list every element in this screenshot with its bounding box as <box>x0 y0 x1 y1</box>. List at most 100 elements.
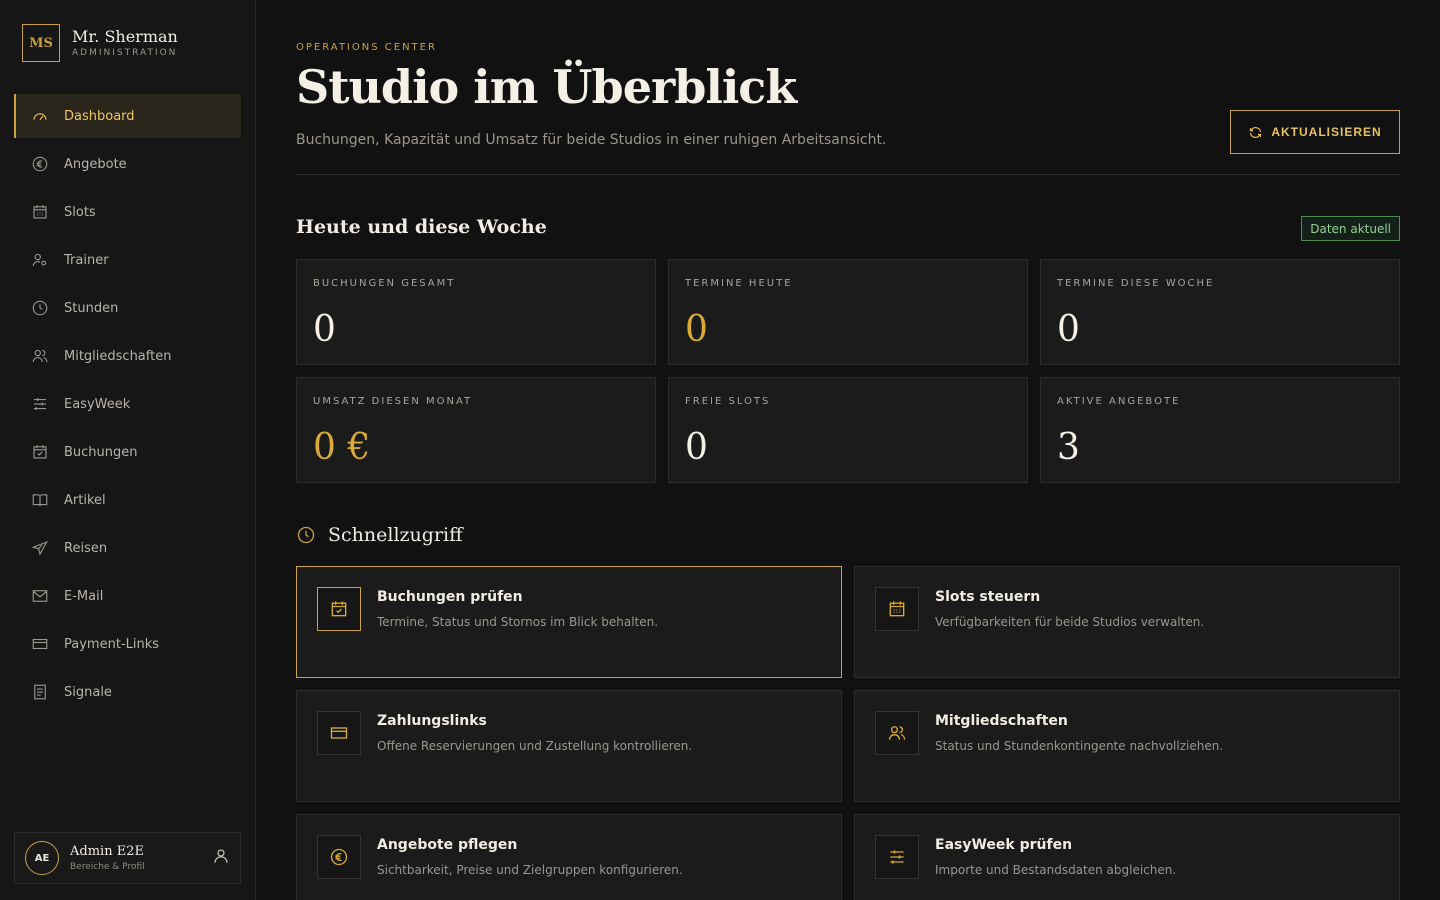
section-title-label: Schnellzugriff <box>328 524 463 546</box>
page-eyebrow: OPERATIONS CENTER <box>296 42 437 53</box>
sidebar-item-label: Mitgliedschaften <box>64 348 172 364</box>
calendar-check-icon <box>30 442 50 462</box>
users-icon <box>30 346 50 366</box>
card-title: Mitgliedschaften <box>935 713 1068 729</box>
sliders-icon <box>30 394 50 414</box>
euro-icon <box>317 835 361 879</box>
quick-card-angebote[interactable]: Angebote pflegen Sichtbarkeit, Preise un… <box>296 814 842 900</box>
sidebar-item-stunden[interactable]: Stunden <box>14 286 241 330</box>
avatar: AE <box>25 841 59 875</box>
stat-card-termine-heute: TERMINE HEUTE 0 <box>668 259 1028 365</box>
user-subtitle: Bereiche & Profil <box>70 862 145 872</box>
quick-card-zahlungslinks[interactable]: Zahlungslinks Offene Reservierungen und … <box>296 690 842 802</box>
clock-icon <box>297 526 315 544</box>
quick-card-slots[interactable]: Slots steuern Verfügbarkeiten für beide … <box>854 566 1400 678</box>
stat-card-buchungen-gesamt: BUCHUNGEN GESAMT 0 <box>296 259 656 365</box>
gauge-icon <box>30 106 50 126</box>
sidebar-item-label: Trainer <box>64 252 109 268</box>
card-description: Sichtbarkeit, Preise und Zielgruppen kon… <box>377 863 683 877</box>
page-title: Studio im Überblick <box>296 60 797 114</box>
card-description: Status und Stundenkontingente nachvollzi… <box>935 739 1224 753</box>
quick-card-mitgliedschaften[interactable]: Mitgliedschaften Status und Stundenkonti… <box>854 690 1400 802</box>
stat-value: 0 <box>313 309 336 350</box>
mail-icon <box>30 586 50 606</box>
status-badge: Daten aktuell <box>1301 216 1400 241</box>
stat-label: FREIE SLOTS <box>685 396 771 407</box>
page-subtitle: Buchungen, Kapazität und Umsatz für beid… <box>296 132 887 148</box>
sidebar-item-label: Angebote <box>64 156 127 172</box>
card-title: EasyWeek prüfen <box>935 837 1073 853</box>
sidebar-item-payment-links[interactable]: Payment-Links <box>14 622 241 666</box>
sidebar-nav: Dashboard Angebote Slots Trainer Stunden… <box>14 94 241 718</box>
sidebar-item-label: Reisen <box>64 540 108 556</box>
card-description: Verfügbarkeiten für beide Studios verwal… <box>935 615 1205 629</box>
stat-value: 0 <box>685 427 708 468</box>
users-icon <box>875 711 919 755</box>
stat-label: UMSATZ DIESEN MONAT <box>313 396 473 407</box>
stat-value: 0 € <box>313 427 371 468</box>
stat-card-umsatz-monat: UMSATZ DIESEN MONAT 0 € <box>296 377 656 483</box>
sidebar: MS Mr. Sherman ADMINISTRATION Dashboard … <box>0 0 256 900</box>
sidebar-item-label: EasyWeek <box>64 396 131 412</box>
calendar-grid-icon <box>875 587 919 631</box>
sidebar-item-dashboard[interactable]: Dashboard <box>14 94 241 138</box>
sidebar-item-signale[interactable]: Signale <box>14 670 241 714</box>
card-description: Termine, Status und Stornos im Blick beh… <box>377 615 659 629</box>
credit-card-icon <box>30 634 50 654</box>
brand-name: Mr. Sherman <box>72 27 178 46</box>
stat-card-freie-slots: FREIE SLOTS 0 <box>668 377 1028 483</box>
user-icon[interactable] <box>212 847 230 869</box>
sidebar-item-buchungen[interactable]: Buchungen <box>14 430 241 474</box>
sliders-icon <box>875 835 919 879</box>
section-title-today: Heute und diese Woche <box>296 216 547 238</box>
quick-access-grid: Buchungen prüfen Termine, Status und Sto… <box>296 566 1400 900</box>
sidebar-item-mitgliedschaften[interactable]: Mitgliedschaften <box>14 334 241 378</box>
refresh-button-label: AKTUALISIEREN <box>1271 125 1382 139</box>
stat-label: TERMINE DIESE WOCHE <box>1057 278 1215 289</box>
sidebar-item-angebote[interactable]: Angebote <box>14 142 241 186</box>
brand[interactable]: MS Mr. Sherman ADMINISTRATION <box>22 24 178 62</box>
brand-subtitle: ADMINISTRATION <box>72 48 178 58</box>
stat-label: TERMINE HEUTE <box>685 278 793 289</box>
stat-value: 0 <box>1057 309 1080 350</box>
card-title: Slots steuern <box>935 589 1041 605</box>
euro-icon <box>30 154 50 174</box>
card-title: Buchungen prüfen <box>377 589 523 605</box>
sidebar-item-email[interactable]: E-Mail <box>14 574 241 618</box>
card-title: Angebote pflegen <box>377 837 518 853</box>
sidebar-item-slots[interactable]: Slots <box>14 190 241 234</box>
sidebar-item-label: Dashboard <box>64 108 135 124</box>
user-gear-icon <box>30 250 50 270</box>
brand-logo: MS <box>22 24 60 62</box>
sidebar-item-label: Slots <box>64 204 96 220</box>
document-icon <box>30 682 50 702</box>
sidebar-item-label: Artikel <box>64 492 106 508</box>
quick-card-easyweek[interactable]: EasyWeek prüfen Importe und Bestandsdate… <box>854 814 1400 900</box>
divider <box>296 174 1400 175</box>
card-title: Zahlungslinks <box>377 713 487 729</box>
sidebar-item-reisen[interactable]: Reisen <box>14 526 241 570</box>
stat-label: AKTIVE ANGEBOTE <box>1057 396 1181 407</box>
refresh-button[interactable]: AKTUALISIEREN <box>1230 110 1400 154</box>
quick-card-buchungen[interactable]: Buchungen prüfen Termine, Status und Sto… <box>296 566 842 678</box>
stat-label: BUCHUNGEN GESAMT <box>313 278 456 289</box>
card-description: Offene Reservierungen und Zustellung kon… <box>377 739 693 753</box>
calendar-check-icon <box>317 587 361 631</box>
plane-icon <box>30 538 50 558</box>
sidebar-item-trainer[interactable]: Trainer <box>14 238 241 282</box>
sidebar-item-label: Signale <box>64 684 112 700</box>
stat-value: 0 <box>685 309 708 350</box>
book-icon <box>30 490 50 510</box>
calendar-grid-icon <box>30 202 50 222</box>
user-profile-card[interactable]: AE Admin E2E Bereiche & Profil <box>14 832 241 884</box>
sidebar-item-easyweek[interactable]: EasyWeek <box>14 382 241 426</box>
stat-card-termine-woche: TERMINE DIESE WOCHE 0 <box>1040 259 1400 365</box>
card-description: Importe und Bestandsdaten abgleichen. <box>935 863 1177 877</box>
sidebar-item-artikel[interactable]: Artikel <box>14 478 241 522</box>
sidebar-item-label: Payment-Links <box>64 636 159 652</box>
refresh-icon <box>1250 126 1262 138</box>
section-title-quick-access: Schnellzugriff <box>296 524 463 546</box>
stats-grid: BUCHUNGEN GESAMT 0 TERMINE HEUTE 0 TERMI… <box>296 259 1400 483</box>
stat-card-aktive-angebote: AKTIVE ANGEBOTE 3 <box>1040 377 1400 483</box>
sidebar-item-label: Buchungen <box>64 444 138 460</box>
